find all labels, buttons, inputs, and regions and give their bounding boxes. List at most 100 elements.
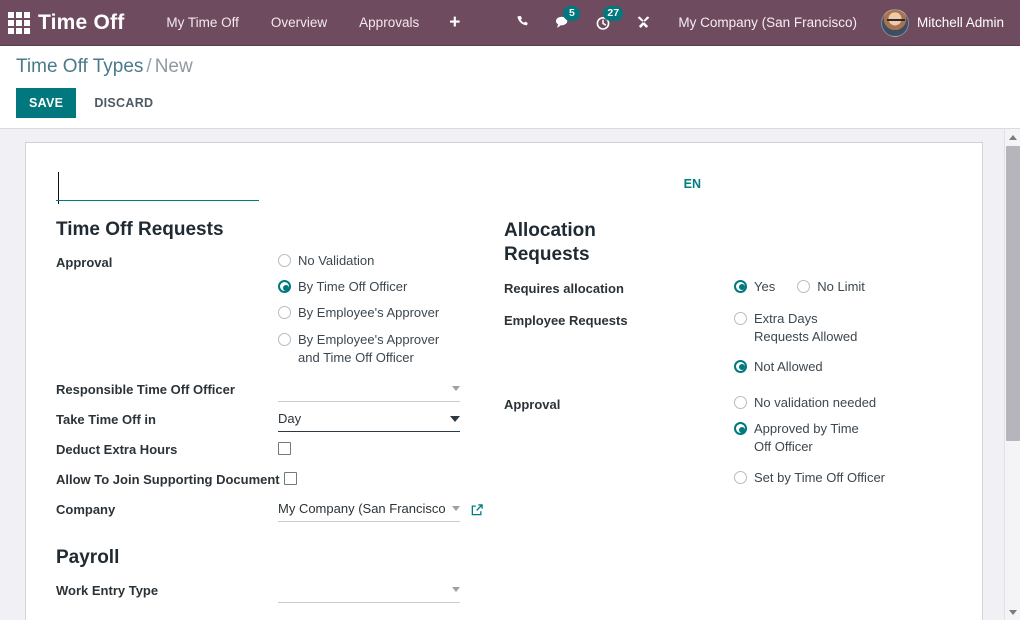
field-row-company: Company My Company (San Francisco) (56, 497, 484, 523)
radio-dot-selected (734, 422, 747, 435)
radio-label: By Employee's Approver (298, 304, 439, 322)
phone-icon[interactable] (504, 0, 542, 46)
radio-label: Approved by Time Off Officer (754, 420, 869, 456)
activity-badge: 27 (603, 6, 623, 21)
field-row-responsible-officer: Responsible Time Off Officer (56, 377, 484, 403)
navbar-company-selector[interactable]: My Company (San Francisco) (664, 15, 871, 30)
radio-label: No validation needed (754, 394, 876, 412)
radio-requires-allocation-no-limit[interactable]: No Limit (797, 278, 865, 296)
nav-item-approvals[interactable]: Approvals (343, 0, 435, 46)
control-panel: Time Off Types/New SAVE DISCARD (0, 46, 1020, 129)
form-action-buttons: SAVE DISCARD (16, 88, 1020, 118)
label-requires-allocation: Requires allocation (504, 276, 734, 299)
radio-label: Yes (754, 278, 775, 296)
save-button[interactable]: SAVE (16, 88, 76, 118)
group-title-time-off-requests: Time Off Requests (56, 219, 484, 241)
label-employee-requests: Employee Requests (504, 308, 734, 331)
radio-by-time-off-officer[interactable]: By Time Off Officer (278, 278, 484, 296)
user-menu[interactable]: Mitchell Admin (873, 9, 1010, 37)
take-time-off-in-select[interactable]: Day (278, 409, 460, 432)
top-navbar: Time Off My Time Off Overview Approvals … (0, 0, 1020, 46)
debug-tools-icon[interactable] (624, 0, 662, 46)
radio-label: By Employee's Approver and Time Off Offi… (298, 331, 453, 367)
chevron-down-icon (452, 506, 460, 511)
breadcrumb-current-new: New (155, 56, 193, 77)
vertical-scrollbar[interactable] (1004, 129, 1020, 620)
radio-dot-selected (734, 280, 747, 293)
radio-label: Not Allowed (754, 358, 823, 376)
radio-label: No Validation (298, 252, 374, 270)
value-requires-allocation: Yes No Limit (734, 276, 932, 296)
value-allocation-approval: No validation needed Approved by Time Of… (734, 392, 932, 487)
radio-label: By Time Off Officer (298, 278, 407, 296)
radio-dot (797, 280, 810, 293)
radio-by-approver-and-officer[interactable]: By Employee's Approver and Time Off Offi… (278, 331, 453, 367)
value-approval: No Validation By Time Off Officer By Emp… (278, 250, 484, 367)
radio-dot (278, 254, 291, 267)
scrollbar-thumb[interactable] (1006, 146, 1020, 441)
label-responsible-time-off-officer: Responsible Time Off Officer (56, 377, 278, 400)
content-area: EN Time Off Requests Approval No Validat… (0, 129, 1020, 620)
nav-item-overview[interactable]: Overview (255, 0, 343, 46)
radio-no-validation-needed[interactable]: No validation needed (734, 394, 932, 412)
radio-group-allocation-approval: No validation needed Approved by Time Of… (734, 394, 932, 487)
messages-icon[interactable]: 5 (544, 0, 582, 46)
company-value: My Company (San Francisco) (278, 501, 446, 516)
field-row-approval: Approval No Validation By Time Off Offic… (56, 250, 484, 367)
radio-dot-selected (734, 360, 747, 373)
radio-dot (734, 471, 747, 484)
radio-requires-allocation-yes[interactable]: Yes (734, 278, 775, 296)
label-take-time-off-in: Take Time Off in (56, 407, 278, 430)
company-select[interactable]: My Company (San Francisco) (278, 499, 460, 522)
name-input[interactable] (56, 167, 259, 201)
field-row-allocation-approval: Approval No validation needed Approved b… (504, 392, 932, 487)
breadcrumb: Time Off Types/New (16, 56, 1020, 78)
allow-join-supporting-document-checkbox[interactable] (284, 472, 297, 485)
value-responsible-officer (278, 377, 484, 402)
radio-group-approval: No Validation By Time Off Officer By Emp… (278, 252, 484, 367)
radio-label: No Limit (817, 278, 865, 296)
radio-not-allowed[interactable]: Not Allowed (734, 358, 932, 376)
deduct-extra-hours-checkbox[interactable] (278, 442, 291, 455)
messages-badge: 5 (563, 6, 580, 21)
radio-no-validation[interactable]: No Validation (278, 252, 484, 270)
responsible-officer-select[interactable] (278, 379, 460, 402)
radio-dot (734, 396, 747, 409)
chevron-down-icon (452, 386, 460, 391)
nav-item-my-time-off[interactable]: My Time Off (150, 0, 255, 46)
label-allow-to-join-supporting-document: Allow To Join Supporting Document (56, 467, 284, 490)
radio-label: Set by Time Off Officer (754, 469, 885, 487)
group-title-payroll: Payroll (56, 547, 484, 569)
discard-button[interactable]: DISCARD (82, 88, 165, 118)
breadcrumb-time-off-types[interactable]: Time Off Types (16, 56, 143, 77)
radio-set-by-time-off-officer[interactable]: Set by Time Off Officer (734, 469, 932, 487)
nav-new-button[interactable]: + (435, 0, 474, 46)
value-work-entry-type (278, 578, 484, 603)
value-company: My Company (San Francisco) (278, 497, 484, 522)
radio-approved-by-time-off-officer[interactable]: Approved by Time Off Officer (734, 420, 869, 456)
radio-extra-days-requests-allowed[interactable]: Extra Days Requests Allowed (734, 310, 874, 346)
radio-label: Extra Days Requests Allowed (754, 310, 874, 346)
label-company: Company (56, 497, 278, 520)
radio-group-employee-requests: Extra Days Requests Allowed Not Allowed (734, 310, 932, 377)
label-work-entry-type: Work Entry Type (56, 578, 278, 601)
field-row-allow-join-supporting-document: Allow To Join Supporting Document (56, 467, 484, 493)
scroll-down-arrow-icon[interactable] (1005, 604, 1020, 620)
form-columns: Time Off Requests Approval No Validation… (56, 219, 952, 608)
apps-grid-icon[interactable] (6, 10, 32, 36)
external-link-icon[interactable] (470, 503, 484, 517)
work-entry-type-select[interactable] (278, 580, 460, 603)
radio-dot (734, 312, 747, 325)
radio-dot (278, 306, 291, 319)
label-allocation-approval: Approval (504, 392, 734, 415)
radio-by-employees-approver[interactable]: By Employee's Approver (278, 304, 484, 322)
value-employee-requests: Extra Days Requests Allowed Not Allowed (734, 308, 932, 377)
app-brand-time-off[interactable]: Time Off (38, 11, 124, 35)
take-time-off-in-value: Day (278, 411, 444, 426)
chevron-down-icon (452, 587, 460, 592)
activity-clock-icon[interactable]: 27 (584, 0, 622, 46)
navbar-right-group: 5 27 My Company (San Francisco) Mitchell… (504, 0, 1010, 46)
language-badge-en[interactable]: EN (684, 167, 701, 191)
field-row-work-entry-type: Work Entry Type (56, 578, 484, 604)
scroll-up-arrow-icon[interactable] (1005, 129, 1020, 145)
